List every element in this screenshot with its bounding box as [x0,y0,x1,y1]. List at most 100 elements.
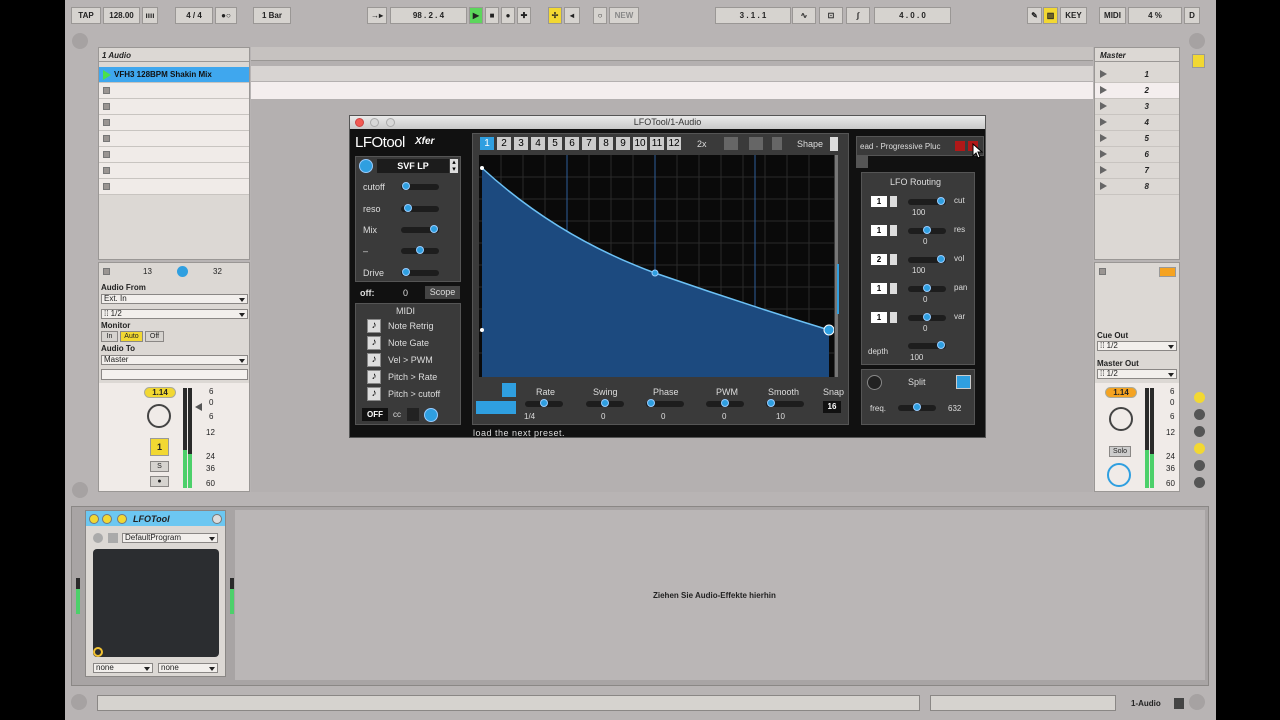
time-signature[interactable]: 4 / 4 [175,7,213,24]
loop-switch-icon[interactable]: ⊡ [819,7,843,24]
routing-4-amount-slider[interactable] [908,284,946,292]
routing-1-arrows-icon[interactable] [890,196,897,207]
note-value-icon[interactable] [476,401,516,414]
xy-pad-handle-icon[interactable] [93,647,103,657]
scene-1[interactable]: 1 [1095,67,1179,83]
slider-knob-icon[interactable] [923,313,931,321]
cutoff-slider[interactable] [401,182,439,190]
cue-out-select[interactable]: ⁞⁞ 1/2 [1097,341,1177,351]
copy-icon[interactable] [724,137,738,150]
automation-arm-icon[interactable]: ✢ [548,7,562,24]
tab-7[interactable]: 7 [582,137,596,150]
master-solo-button[interactable]: Solo [1109,446,1131,457]
cc-learn-icon[interactable] [424,408,438,422]
audio-to-select[interactable]: Master [101,355,248,365]
tab-6[interactable]: 6 [565,137,579,150]
master-out-select[interactable]: ⁞⁞ 1/2 [1097,369,1177,379]
selected-track[interactable]: 1-Audio [1125,690,1195,716]
snap-value[interactable]: 16 [823,401,841,413]
overdub-icon[interactable]: ✚ [517,7,531,24]
stop-icon[interactable]: ■ [485,7,499,24]
filter-type-select[interactable]: SVF LP [377,159,449,173]
zoom-window-icon[interactable] [386,118,395,127]
midi-map-button[interactable]: MIDI [1099,7,1126,24]
clip-slot-7[interactable] [99,163,249,179]
tab-3[interactable]: 3 [514,137,528,150]
device-config-icon[interactable] [93,533,103,543]
slider-knob-icon[interactable] [402,268,410,276]
prev-preset-icon[interactable] [955,141,965,151]
lfo-curve-editor[interactable] [479,155,834,377]
slider-knob-icon[interactable] [402,182,410,190]
master-volume-display[interactable]: 1.14 [1105,387,1137,398]
audio-from-select[interactable]: Ext. In [101,294,248,304]
reso-slider[interactable] [401,204,439,212]
tab-12[interactable]: 12 [667,137,681,150]
routing-4-arrows-icon[interactable] [890,283,897,294]
routing-3-arrows-icon[interactable] [890,254,897,265]
scene-3[interactable]: 3 [1095,99,1179,115]
slider-knob-icon[interactable] [923,226,931,234]
minimize-window-icon[interactable] [370,118,379,127]
io-toggle-icon[interactable] [1194,392,1205,403]
slider-knob-icon[interactable] [430,225,438,233]
tap-button[interactable]: TAP [71,7,101,24]
cc-lock-icon[interactable] [407,408,419,421]
volume-knob-icon[interactable] [147,404,171,428]
detail-track-icon[interactable] [1174,698,1184,709]
scene-launch-icon[interactable] [1100,134,1107,142]
slider-knob-icon[interactable] [404,204,412,212]
routing-5-arrows-icon[interactable] [890,312,897,323]
punch-out-icon[interactable]: ∫ [846,7,870,24]
clip-slot-4[interactable] [99,115,249,131]
key-map-button[interactable]: KEY [1060,7,1087,24]
track-activator-button[interactable]: 1 [150,438,169,456]
loop-length[interactable]: 4 . 0 . 0 [874,7,951,24]
stop-icon[interactable] [103,167,110,174]
slider-knob-icon[interactable] [937,197,945,205]
xy-param-b-select[interactable]: none [158,663,218,673]
follow-icon[interactable]: →▸ [367,7,387,24]
scene-launch-icon[interactable] [1100,182,1107,190]
track-delay-toggle-icon[interactable] [1194,477,1205,488]
routing-3-amount-slider[interactable] [908,255,946,263]
tab-11[interactable]: 11 [650,137,664,150]
pwm-slider[interactable] [706,399,744,407]
quantize-select[interactable]: 1 Bar [253,7,291,24]
tab-4[interactable]: 4 [531,137,545,150]
stop-all-icon[interactable] [1099,268,1106,275]
stop-icon[interactable] [103,103,110,110]
stop-icon[interactable] [103,87,110,94]
arm-button[interactable]: ● [150,476,169,487]
note-gate-icon[interactable]: ♪ [367,336,381,350]
routing-5-lfo-select[interactable]: 1 [871,312,887,323]
scroll-thumb[interactable] [837,264,839,314]
program-select[interactable]: DefaultProgram [122,533,218,543]
scene-launch-icon[interactable] [1100,166,1107,174]
scene-launch-icon[interactable] [1100,86,1107,94]
slider-knob-icon[interactable] [923,284,931,292]
depth-slider[interactable] [908,341,946,349]
rate-slider[interactable] [525,399,563,407]
slider-knob-icon[interactable] [913,403,921,411]
input-channel-select[interactable]: ⁞⁞ 1/2 [101,309,248,319]
shape-label[interactable]: Shape [797,139,823,149]
param-4-slider[interactable] [401,246,439,254]
preset-name[interactable]: ead - Progressive Pluc [860,142,940,151]
device-power-icon[interactable] [89,514,99,524]
scene-6[interactable]: 6 [1095,147,1179,163]
routing-2-amount-slider[interactable] [908,226,946,234]
tempo-field[interactable]: 128.00 [103,7,140,24]
detail-toggle-icon[interactable] [72,482,88,498]
phase-slider[interactable] [646,399,684,407]
monitor-off-button[interactable]: Off [145,331,164,342]
drive-slider[interactable] [401,268,439,276]
back-to-arrangement-icon[interactable]: ◂ [564,7,580,24]
scene-launch-icon[interactable] [1100,70,1107,78]
tab-1[interactable]: 1 [480,137,494,150]
overview-toggle-icon[interactable] [1189,33,1205,49]
clip-slot-5[interactable] [99,131,249,147]
mix-slider[interactable] [401,225,439,233]
offset-value[interactable]: 0 [403,288,408,298]
stop-icon[interactable] [103,119,110,126]
